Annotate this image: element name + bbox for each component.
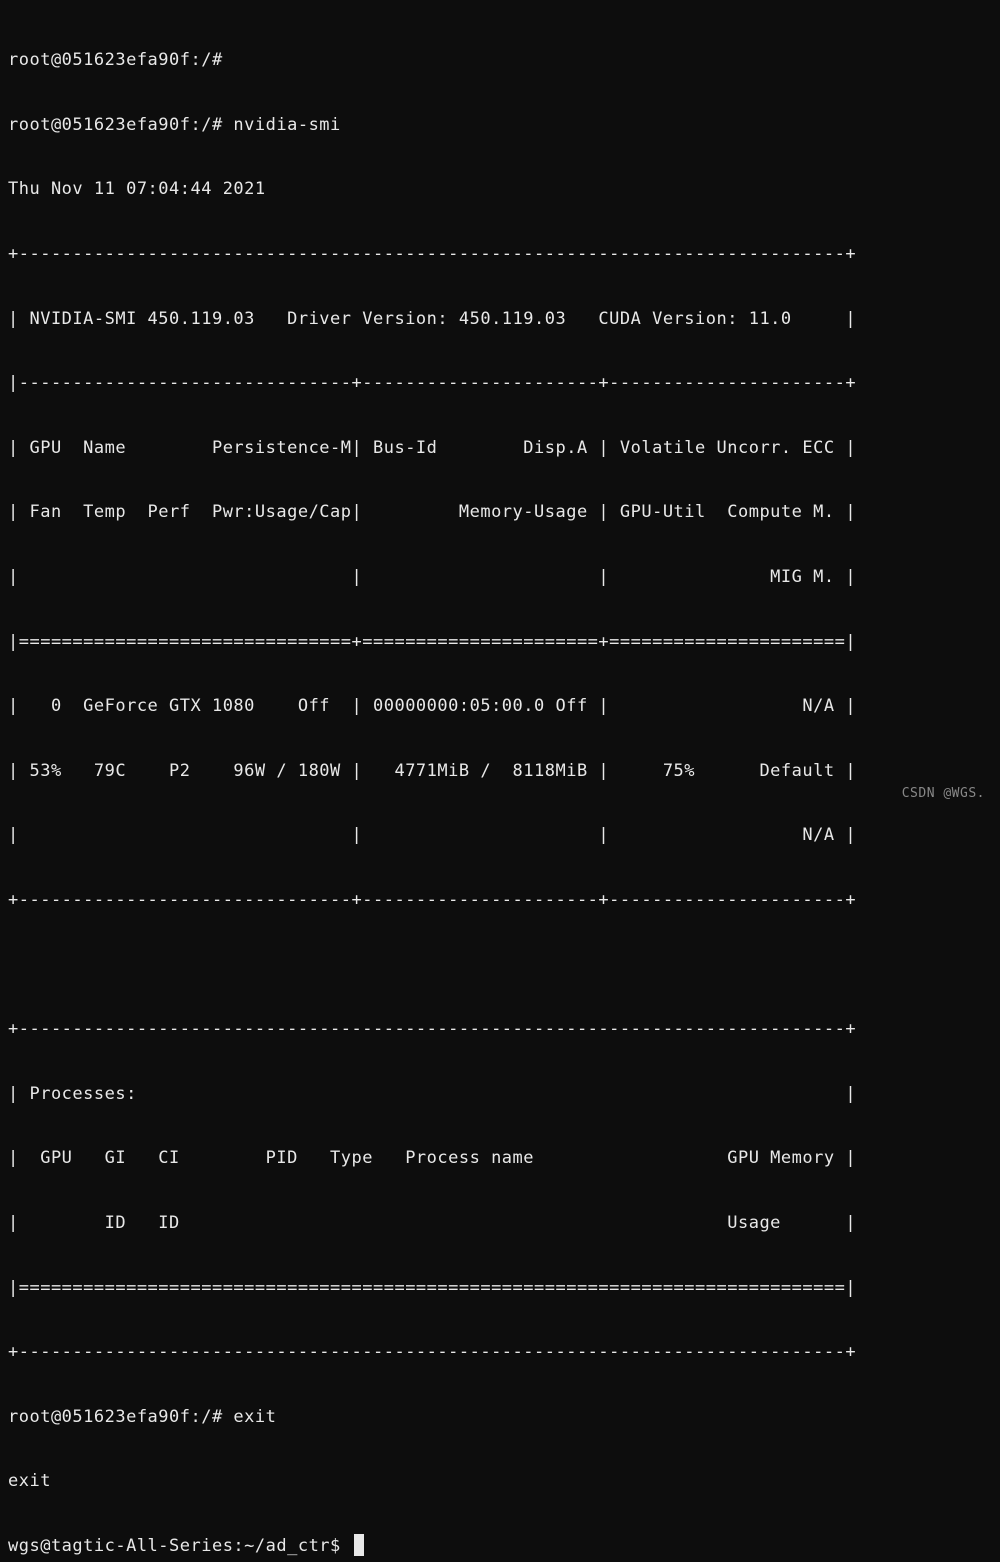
output-timestamp: Thu Nov 11 07:04:44 2021 xyxy=(8,173,992,205)
smi-proc-border-top: +---------------------------------------… xyxy=(8,1013,992,1045)
terminal-output[interactable]: root@051623efa90f:/# root@051623efa90f:/… xyxy=(8,12,992,1562)
output-exit: exit xyxy=(8,1465,992,1497)
prompt-current[interactable]: wgs@tagtic-All-Series:~/ad_ctr$ xyxy=(8,1536,364,1556)
smi-col-header-1: | GPU Name Persistence-M| Bus-Id Disp.A … xyxy=(8,432,992,464)
smi-proc-title: | Processes: | xyxy=(8,1078,992,1110)
watermark: CSDN @WGS. xyxy=(902,782,985,807)
smi-border-bottom: +-------------------------------+-------… xyxy=(8,884,992,916)
smi-proc-divider: |=======================================… xyxy=(8,1272,992,1304)
smi-col-header-2: | Fan Temp Perf Pwr:Usage/Cap| Memory-Us… xyxy=(8,496,992,528)
smi-proc-header-1: | GPU GI CI PID Type Process name GPU Me… xyxy=(8,1142,992,1174)
smi-gpu-row-2: | 53% 79C P2 96W / 180W | 4771MiB / 8118… xyxy=(8,755,992,787)
smi-border-top: +---------------------------------------… xyxy=(8,238,992,270)
prompt-nvidia-smi: root@051623efa90f:/# nvidia-smi xyxy=(8,109,992,141)
smi-proc-header-2: | ID ID Usage | xyxy=(8,1207,992,1239)
smi-divider-heavy: |===============================+=======… xyxy=(8,626,992,658)
smi-gpu-row-3: | | | N/A | xyxy=(8,819,992,851)
smi-proc-border-bottom: +---------------------------------------… xyxy=(8,1336,992,1368)
cursor-icon xyxy=(354,1534,364,1556)
smi-divider: |-------------------------------+-------… xyxy=(8,367,992,399)
smi-gpu-row-1: | 0 GeForce GTX 1080 Off | 00000000:05:0… xyxy=(8,690,992,722)
prompt-exit: root@051623efa90f:/# exit xyxy=(8,1401,992,1433)
smi-col-header-3: | | | MIG M. | xyxy=(8,561,992,593)
prompt-empty: root@051623efa90f:/# xyxy=(8,44,992,76)
smi-header-versions: | NVIDIA-SMI 450.119.03 Driver Version: … xyxy=(8,303,992,335)
smi-blank xyxy=(8,949,992,981)
